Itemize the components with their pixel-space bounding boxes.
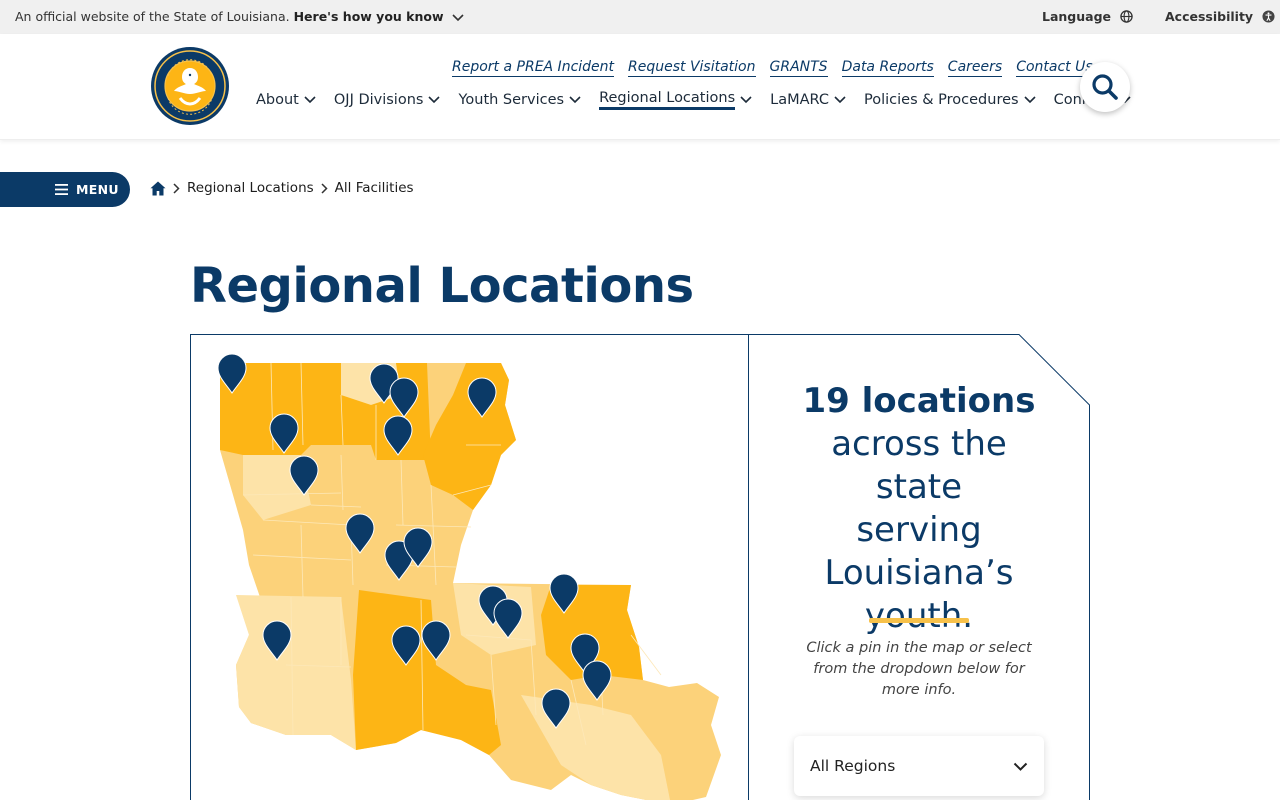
nav-item-about[interactable]: About [256,90,316,110]
locations-count: 19 locations [802,381,1036,421]
accessibility-icon [1262,10,1275,23]
site-header: Report a PREA Incident Request Visitatio… [0,34,1280,140]
chevron-down-icon [451,13,464,21]
utility-links: Report a PREA Incident Request Visitatio… [452,59,1093,77]
chevron-down-icon [304,96,316,104]
how-you-know-link[interactable]: Here's how you know [294,9,444,24]
official-site-notice[interactable]: An official website of the State of Loui… [15,9,464,24]
chevron-down-icon [428,96,441,104]
search-button[interactable] [1080,62,1130,112]
globe-icon [1120,10,1134,23]
language-button[interactable]: Language [1042,9,1134,24]
utility-link-contact[interactable]: Contact Us [1016,59,1093,77]
breadcrumb-regional-locations[interactable]: Regional Locations [187,180,314,196]
nav-label: OJJ Divisions [333,92,424,108]
nav-label: Youth Services [458,92,565,108]
region-dropdown[interactable]: All Regions [794,736,1044,796]
accessibility-label: Accessibility [1165,9,1254,24]
utility-link-prea[interactable]: Report a PREA Incident [452,59,615,77]
nav-label: Policies & Procedures [864,92,1019,108]
language-label: Language [1042,9,1112,24]
home-icon[interactable] [150,181,166,196]
breadcrumb-all-facilities: All Facilities [334,180,414,196]
chevron-down-icon [1024,96,1036,104]
chevron-down-icon [1013,762,1028,771]
hamburger-icon [55,184,68,195]
chevron-down-icon [569,96,581,104]
nav-label: LaMARC [770,92,829,108]
page-title: Regional Locations [190,258,694,314]
gov-banner: An official website of the State of Loui… [0,0,1280,34]
official-text: An official website of the State of Loui… [15,9,290,24]
search-icon [1092,74,1118,100]
breadcrumb: Regional Locations All Facilities [150,180,414,196]
menu-label: MENU [76,182,119,197]
chevron-down-icon [834,96,846,104]
chevron-right-icon [321,182,328,194]
locations-summary: 19 locations across the state serving Lo… [748,380,1090,638]
accessibility-button[interactable]: Accessibility [1165,9,1275,24]
nav-item-policies[interactable]: Policies & Procedures [864,90,1036,110]
region-dropdown-value: All Regions [810,757,896,775]
utility-link-grants[interactable]: GRANTS [769,59,828,77]
nav-label: Regional Locations [599,90,736,110]
seal-icon [151,47,229,125]
utility-link-visitation[interactable]: Request Visitation [628,59,756,77]
utility-link-careers[interactable]: Careers [947,59,1003,77]
nav-item-lamarc[interactable]: LaMARC [770,90,846,110]
nav-label: About [256,92,299,108]
gold-divider [869,618,969,623]
map-hint-text: Click a pin in the map or select from th… [806,640,1032,698]
locations-description: across the state serving Louisiana’s you… [824,424,1014,636]
nav-item-regional-locations[interactable]: Regional Locations [599,90,752,110]
nav-item-youth-services[interactable]: Youth Services [458,90,581,110]
chevron-down-icon [740,96,752,104]
chevron-right-icon [173,182,180,194]
utility-link-data-reports[interactable]: Data Reports [841,59,934,77]
menu-button[interactable]: MENU [0,172,130,207]
louisiana-map-svg [217,353,721,800]
locations-info-card: 19 locations across the state serving Lo… [748,334,1090,800]
louisiana-map [190,334,749,800]
ojj-seal-logo[interactable] [150,46,230,126]
map-region-light [236,595,356,750]
main-nav: About OJJ Divisions Youth Services Regio… [256,90,1149,110]
nav-item-ojj-divisions[interactable]: OJJ Divisions [334,90,441,110]
